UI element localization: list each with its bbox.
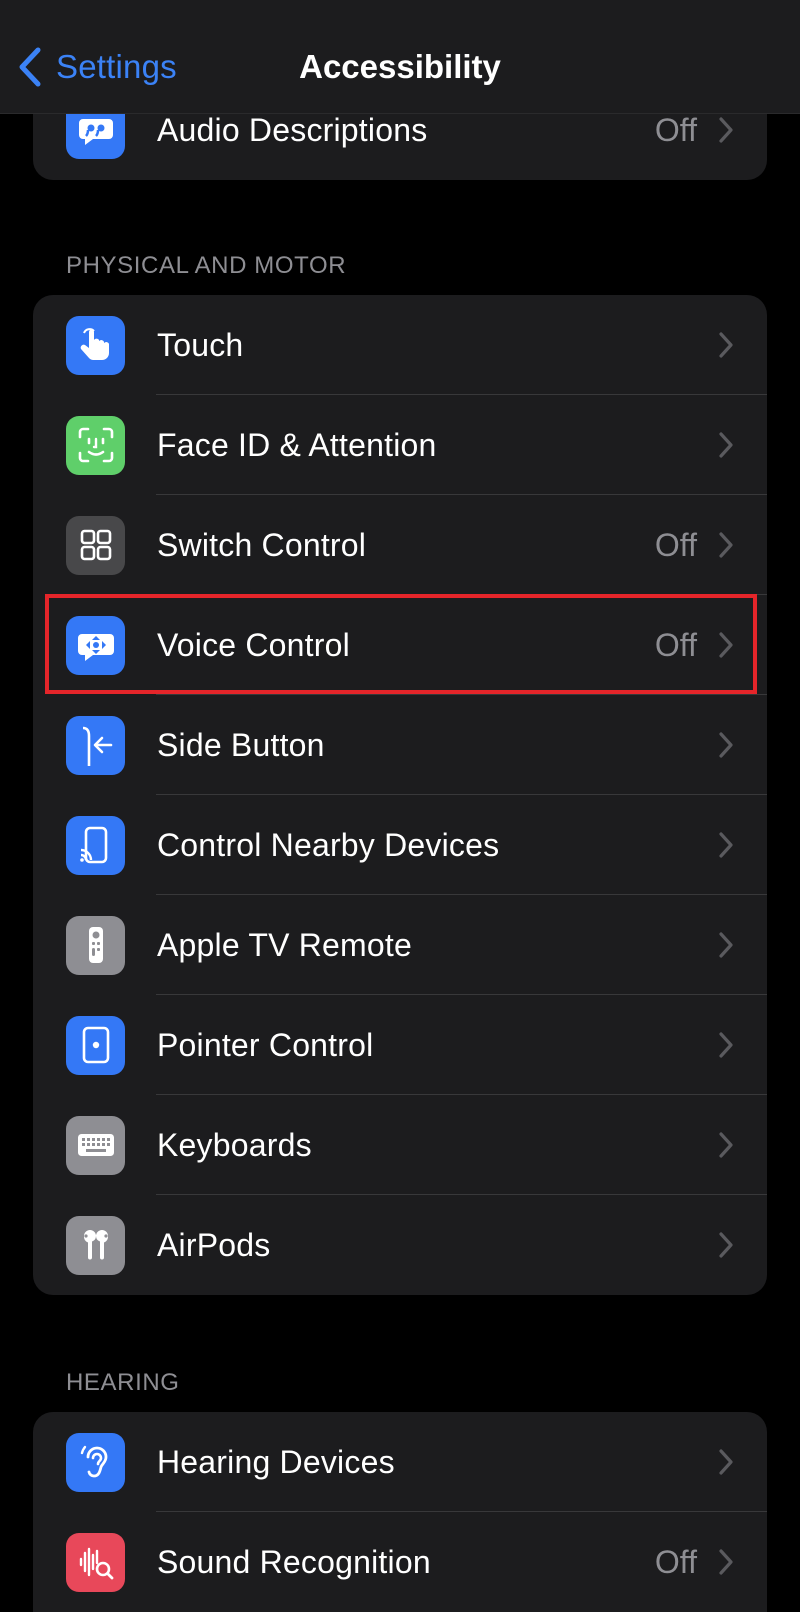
page-title: Accessibility [299,48,501,85]
side-button-icon [66,715,125,775]
chevron-right-icon [719,632,733,658]
row-keyboards[interactable]: Keyboards [33,1095,767,1195]
airpods-icon [66,1215,125,1275]
row-label: Touch [157,326,244,363]
row-face-id[interactable]: Face ID & Attention [33,395,767,495]
row-label: Hearing Devices [157,1443,395,1480]
physical-motor-group: Touch Face ID & Attention Switch Control… [33,295,767,1295]
hearing-group: Hearing Devices Sound Recognition Off [33,1412,767,1612]
row-side-button[interactable]: Side Button [33,695,767,795]
row-apple-tv-remote[interactable]: Apple TV Remote [33,895,767,995]
row-airpods[interactable]: AirPods [33,1195,767,1295]
chevron-right-icon [719,1132,733,1158]
row-label: Audio Descriptions [157,111,428,148]
control-nearby-devices-icon [66,815,125,875]
keyboard-icon [66,1115,125,1175]
row-touch[interactable]: Touch [33,295,767,395]
row-value: Off [654,1543,697,1580]
chevron-right-icon [719,1032,733,1058]
section-header-physical-motor: PHYSICAL AND MOTOR [66,252,347,279]
voice-control-icon [66,615,125,675]
pointer-control-icon [66,1015,125,1075]
face-id-icon [66,415,125,475]
row-label: Control Nearby Devices [157,826,500,863]
row-control-nearby-devices[interactable]: Control Nearby Devices [33,795,767,895]
row-label: Keyboards [157,1126,312,1163]
row-label: Side Button [157,726,325,763]
row-switch-control[interactable]: Switch Control Off [33,495,767,595]
ear-icon [66,1432,125,1492]
touch-icon [66,315,125,375]
navigation-bar: Settings Accessibility [0,0,800,114]
row-sound-recognition[interactable]: Sound Recognition Off [33,1512,767,1612]
apple-tv-remote-icon [66,915,125,975]
row-label: Face ID & Attention [157,426,437,463]
chevron-right-icon [719,432,733,458]
switch-control-icon [66,515,125,575]
chevron-right-icon [719,1549,733,1575]
chevron-right-icon [719,117,733,143]
chevron-right-icon [719,332,733,358]
row-voice-control[interactable]: Voice Control Off [33,595,767,695]
section-header-hearing: HEARING [66,1369,180,1396]
row-label: Voice Control [157,626,350,663]
chevron-right-icon [719,1232,733,1258]
chevron-right-icon [719,732,733,758]
row-hearing-devices[interactable]: Hearing Devices [33,1412,767,1512]
row-label: Apple TV Remote [157,926,412,963]
chevron-right-icon [719,532,733,558]
row-label: Pointer Control [157,1026,374,1063]
chevron-right-icon [719,832,733,858]
row-label: AirPods [157,1226,271,1263]
chevron-right-icon [719,1449,733,1475]
chevron-right-icon [719,932,733,958]
sound-recognition-icon [66,1532,125,1592]
row-value: Off [654,111,697,148]
row-label: Switch Control [157,526,367,563]
row-label: Sound Recognition [157,1543,431,1580]
row-value: Off [654,626,697,663]
row-value: Off [654,526,697,563]
row-pointer-control[interactable]: Pointer Control [33,995,767,1095]
